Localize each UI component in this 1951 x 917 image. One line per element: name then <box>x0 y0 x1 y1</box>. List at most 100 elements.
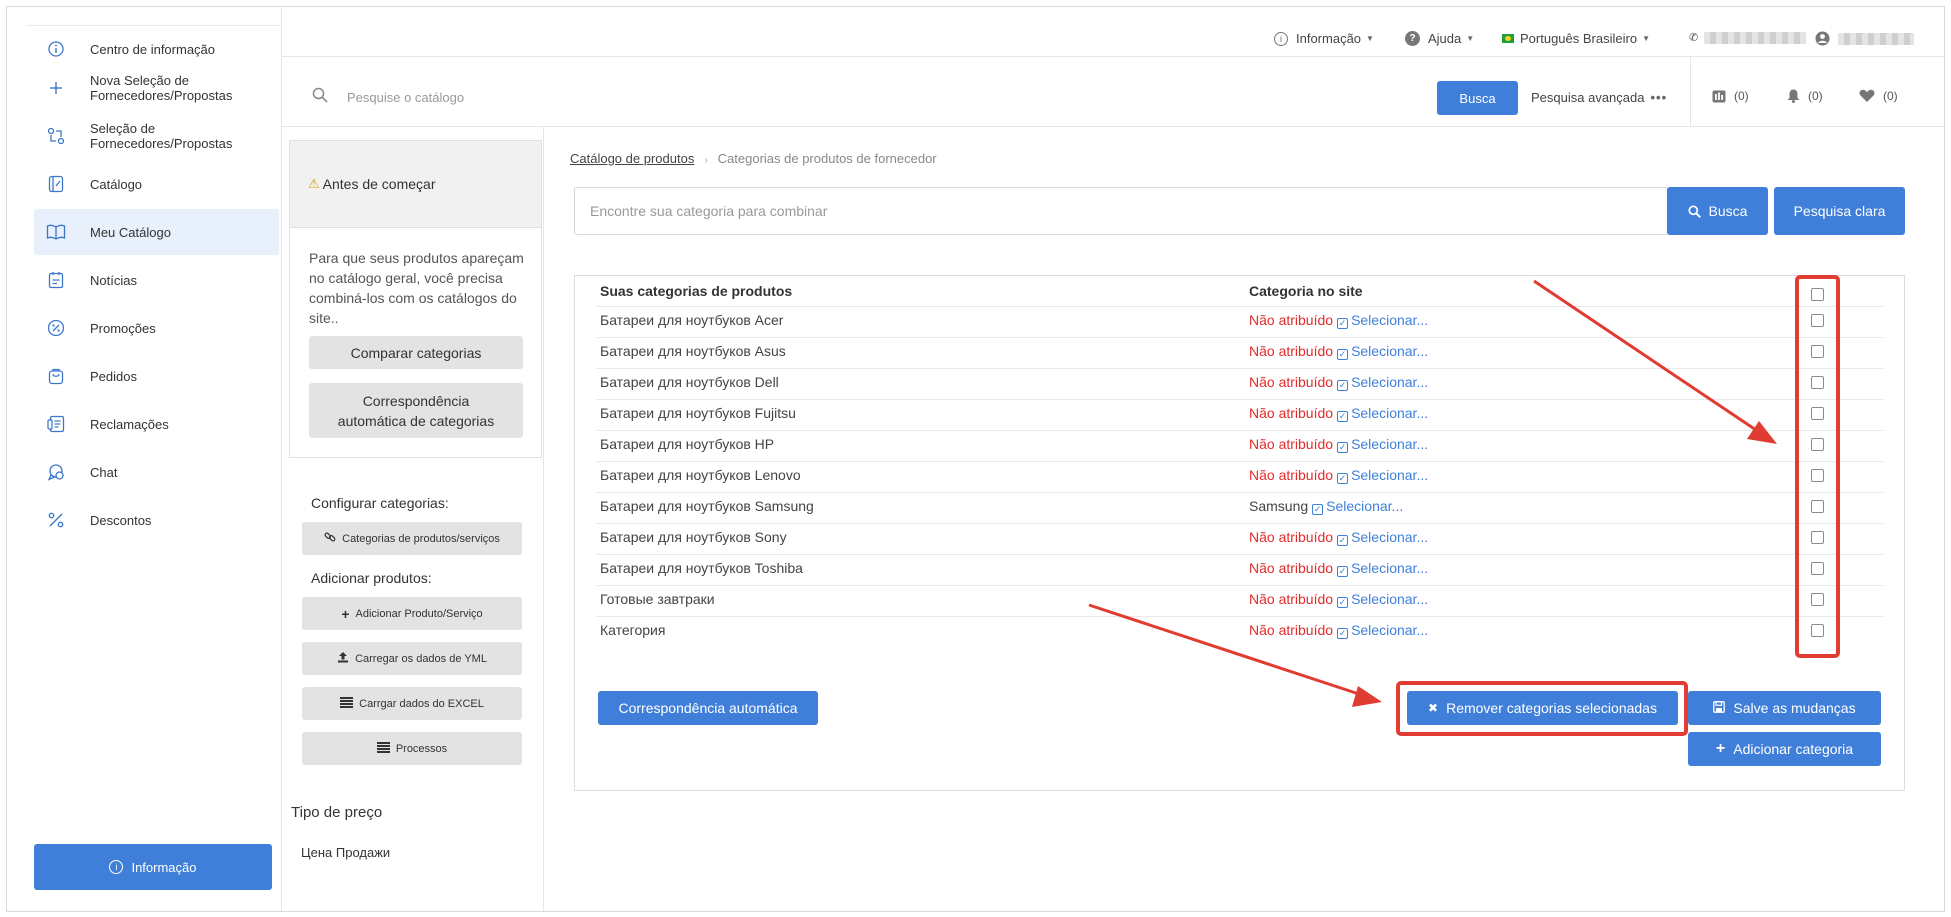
processes-label: Processos <box>395 742 448 755</box>
add-product-button[interactable]: + Adicionar Produto/Serviço <box>302 597 522 630</box>
catalog-search-input[interactable]: Pesquise o catálogo <box>347 90 464 105</box>
select-category-label: Selecionar... <box>1351 312 1429 328</box>
breadcrumb-current: Categorias de produtos de fornecedor <box>717 151 937 166</box>
search-icon <box>1687 204 1701 218</box>
product-categories-label: Categorias de produtos/serviços <box>342 532 500 545</box>
table-row <box>596 585 1883 616</box>
before-start-title: Antes de começar <box>322 176 436 192</box>
info-icon <box>46 39 66 59</box>
catalog-search-button[interactable]: Busca <box>1437 81 1518 115</box>
edit-check-icon: ✓ <box>1337 535 1349 546</box>
user-icon <box>1815 31 1830 46</box>
unassigned-status: Não atribuído <box>1249 312 1334 328</box>
sidebar-item-catalog[interactable]: Catálogo <box>34 161 279 207</box>
sidebar-item-my-catalog[interactable]: Meu Catálogo <box>34 209 279 255</box>
row-checkbox[interactable] <box>1811 407 1824 420</box>
notifications-counter[interactable]: (0) <box>1787 89 1823 103</box>
upload-excel-button[interactable]: Carrgar dados do EXCEL <box>302 687 522 720</box>
compare-counter[interactable]: (0) <box>1712 89 1749 103</box>
row-checkbox[interactable] <box>1811 345 1824 358</box>
row-checkbox[interactable] <box>1811 562 1824 575</box>
processes-button[interactable]: Processos <box>302 732 522 765</box>
upload-yml-button[interactable]: Carregar os dados de YML <box>302 642 522 675</box>
select-category-link[interactable]: ✓ Selecionar... <box>1333 622 1428 639</box>
row-checkbox[interactable] <box>1811 500 1824 513</box>
unassigned-status: Não atribuído <box>1249 343 1334 359</box>
sidebar-item-promotions[interactable]: Promoções <box>34 305 279 351</box>
add-product-label: Adicionar Produto/Serviço <box>355 607 483 620</box>
info-menu[interactable]: i Informação ▼ <box>1274 31 1374 46</box>
row-category-name: Батареи для ноутбуков HP <box>600 436 775 452</box>
category-search-button[interactable]: Busca <box>1667 187 1768 235</box>
row-checkbox[interactable] <box>1811 314 1824 327</box>
help-menu[interactable]: ? Ajuda ▼ <box>1405 31 1474 46</box>
row-category-name: Батареи для ноутбуков Acer <box>600 312 784 328</box>
favorites-count: (0) <box>1883 89 1898 103</box>
select-category-link[interactable]: ✓ Selecionar... <box>1333 467 1428 484</box>
select-category-link[interactable]: ✓ Selecionar... <box>1333 312 1429 329</box>
breadcrumb-link-catalog[interactable]: Catálogo de produtos <box>570 151 694 166</box>
row-checkbox[interactable] <box>1811 593 1824 606</box>
category-search-input[interactable]: Encontre sua categoria para combinar <box>574 187 1668 235</box>
select-category-link[interactable]: ✓ Selecionar... <box>1333 529 1428 546</box>
more-dots-icon: ••• <box>1650 90 1668 105</box>
row-checkbox[interactable] <box>1811 438 1824 451</box>
add-category-button[interactable]: + Adicionar categoria <box>1688 732 1881 766</box>
price-type-label: Tipo de preço <box>291 804 383 821</box>
auto-match-button[interactable]: Correspondência automática <box>598 691 818 725</box>
select-category-link[interactable]: ✓ Selecionar... <box>1308 498 1403 515</box>
edit-check-icon: ✓ <box>1337 473 1349 484</box>
user-menu[interactable] <box>1815 31 1914 46</box>
heart-icon <box>1859 89 1875 102</box>
sidebar-item-orders[interactable]: Pedidos <box>34 353 279 399</box>
sidebar-item-news[interactable]: Notícias <box>34 257 279 303</box>
unassigned-status: Não atribuído <box>1249 405 1334 421</box>
select-category-link[interactable]: ✓ Selecionar... <box>1333 560 1428 577</box>
unassigned-status: Não atribuído <box>1249 374 1334 390</box>
price-type-option[interactable]: Цена Продажи <box>301 845 390 860</box>
row-checkbox[interactable] <box>1811 469 1824 482</box>
add-products-label: Adicionar produtos: <box>311 570 432 586</box>
edit-check-icon: ✓ <box>1337 442 1349 453</box>
table-row <box>596 306 1883 337</box>
before-start-text: Para que seus produtos apareçam no catál… <box>309 250 524 326</box>
table-row <box>596 523 1883 554</box>
sidebar-item-complaints[interactable]: Reclamações <box>34 401 279 447</box>
row-site-category: Não atribuído ✓ Selecionar... <box>1249 591 1428 608</box>
sidebar-item-discounts[interactable]: Descontos <box>34 497 279 543</box>
sidebar-item-new-selection[interactable]: Nova Seleção de Fornecedores/Propostas <box>34 65 279 111</box>
row-checkbox[interactable] <box>1811 288 1824 301</box>
row-category-name: Батареи для ноутбуков Fujitsu <box>600 405 796 421</box>
select-category-link[interactable]: ✓ Selecionar... <box>1333 374 1428 391</box>
catalog-icon <box>46 174 66 194</box>
table-row <box>596 430 1883 461</box>
save-changes-button[interactable]: Salve as mudanças <box>1688 691 1881 725</box>
row-site-category: Não atribuído ✓ Selecionar... <box>1249 312 1428 329</box>
sidebar-item-label: Reclamações <box>90 416 169 432</box>
information-button[interactable]: i Informação <box>34 844 272 890</box>
select-category-link[interactable]: ✓ Selecionar... <box>1333 436 1428 453</box>
auto-match-categories-button[interactable]: Correspondência automática de categorias <box>309 383 523 438</box>
row-checkbox[interactable] <box>1811 376 1824 389</box>
compare-categories-button[interactable]: Comparar categorias <box>309 336 523 369</box>
warning-icon: ⚠ <box>308 176 320 191</box>
sidebar-item-chat[interactable]: Chat <box>34 449 279 495</box>
clear-search-button[interactable]: Pesquisa clara <box>1774 187 1905 235</box>
select-category-link[interactable]: ✓ Selecionar... <box>1333 405 1428 422</box>
row-site-category: Não atribuído ✓ Selecionar... <box>1249 622 1428 639</box>
info-icon: i <box>1274 31 1288 46</box>
chevron-down-icon: ▼ <box>1466 34 1475 43</box>
product-categories-button[interactable]: Categorias de produtos/serviços <box>302 522 522 555</box>
favorites-counter[interactable]: (0) <box>1859 89 1898 103</box>
row-checkbox[interactable] <box>1811 531 1824 544</box>
remove-selected-button[interactable]: ✖ Remover categorias selecionadas <box>1407 691 1678 725</box>
row-checkbox[interactable] <box>1811 624 1824 637</box>
plus-icon: + <box>341 605 350 622</box>
edit-check-icon: ✓ <box>1337 628 1349 639</box>
language-menu[interactable]: Português Brasileiro ▼ <box>1502 31 1650 46</box>
sidebar-item-selection[interactable]: Seleção de Fornecedores/Propostas <box>34 113 279 159</box>
advanced-search-link[interactable]: Pesquisa avançada ••• <box>1531 90 1667 105</box>
select-category-link[interactable]: ✓ Selecionar... <box>1333 591 1428 608</box>
row-category-name: Готовые завтраки <box>600 591 715 607</box>
select-category-link[interactable]: ✓ Selecionar... <box>1333 343 1428 360</box>
